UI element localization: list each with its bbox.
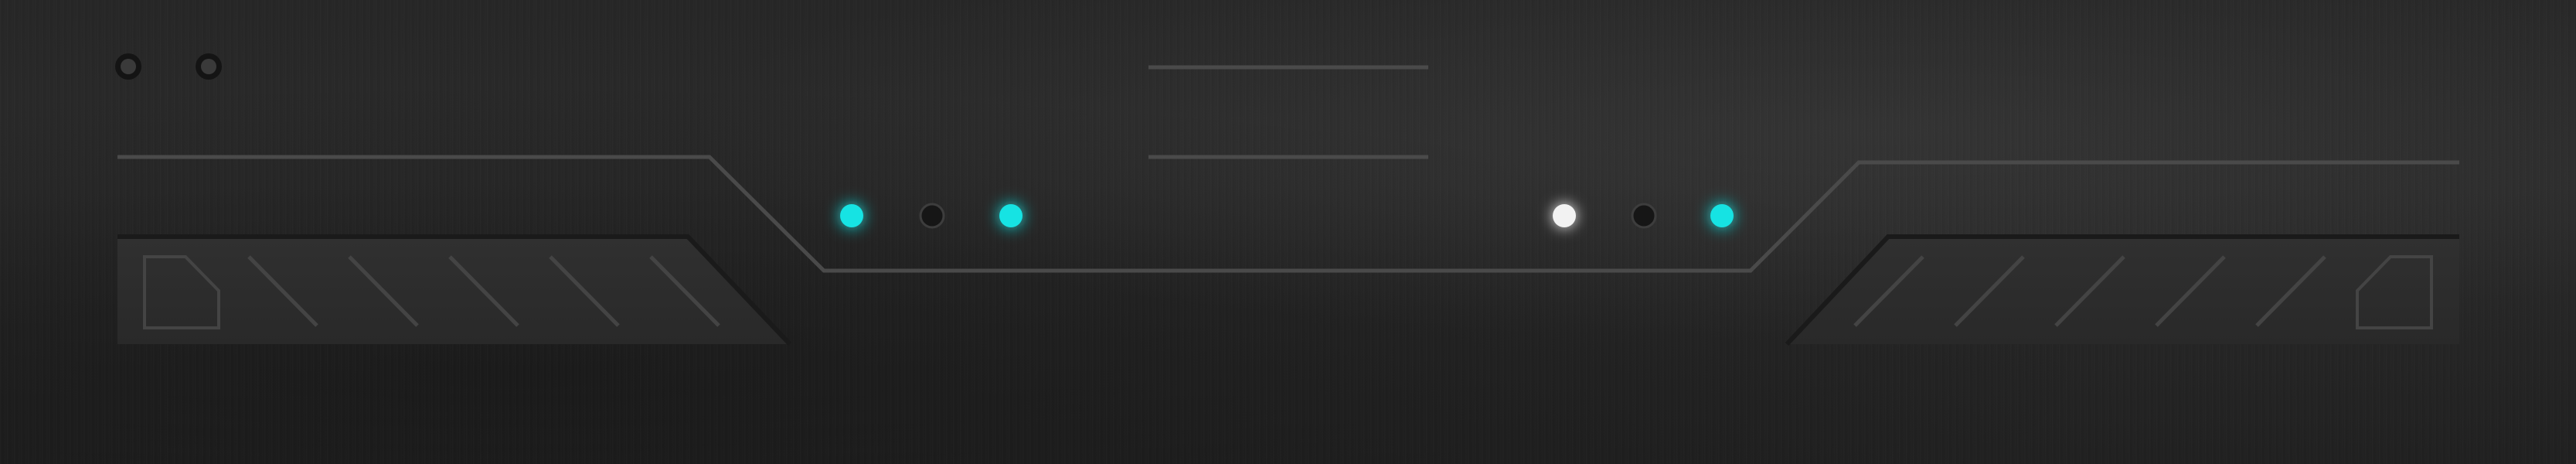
screw-icon xyxy=(196,53,222,80)
indicator-lights xyxy=(840,203,1734,229)
screw-icon xyxy=(115,53,141,80)
hud-frame xyxy=(115,53,2459,346)
indicator-light-6 xyxy=(1710,204,1734,227)
indicator-light-2 xyxy=(919,203,945,229)
hud-header-panel xyxy=(0,0,2576,464)
indicator-light-1 xyxy=(840,204,863,227)
indicator-light-4 xyxy=(1553,204,1576,227)
indicator-light-5 xyxy=(1631,203,1657,229)
indicator-light-3 xyxy=(999,204,1023,227)
